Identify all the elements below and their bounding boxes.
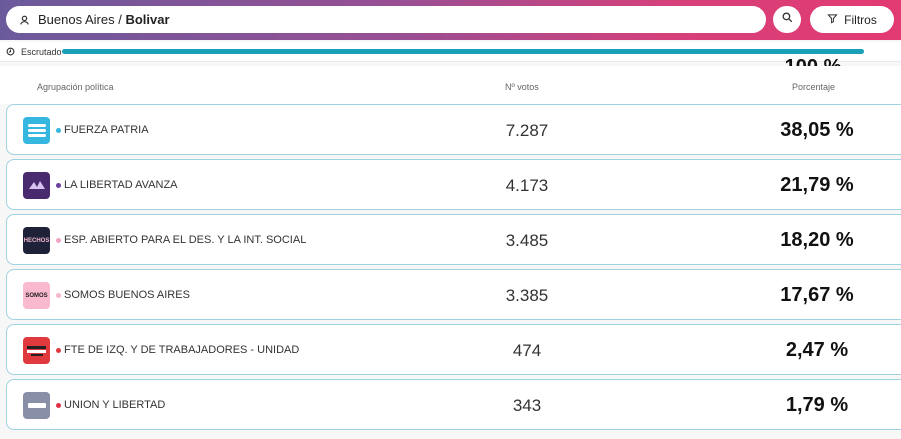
party-row[interactable]: HECHOS ESP. ABIERTO PARA EL DES. Y LA INT… xyxy=(6,214,901,265)
party-row[interactable]: SOMOS SOMOS BUENOS AIRES 3.385 17,67 % xyxy=(6,269,901,320)
header-votes: Nº votos xyxy=(505,82,539,92)
party-percent: 21,79 % xyxy=(780,174,854,196)
hechos-logo-icon: HECHOS xyxy=(23,227,50,254)
filters-label: Filtros xyxy=(844,12,877,27)
party-color-dot xyxy=(56,293,61,298)
header-percent: Porcentaje xyxy=(792,82,836,92)
party-row[interactable]: FTE DE IZQ. Y DE TRABAJADORES - UNIDAD 47… xyxy=(6,324,901,375)
party-votes: 343 xyxy=(512,396,542,415)
somos-logo-icon: SOMOS xyxy=(23,282,50,309)
location-province: Buenos Aires / xyxy=(38,12,126,27)
party-name: LA LIBERTAD AVANZA xyxy=(64,179,178,191)
party-row[interactable]: LA LIBERTAD AVANZA 4.173 21,79 % xyxy=(6,159,901,210)
party-percent: 1,79 % xyxy=(785,394,849,416)
party-color-dot xyxy=(56,348,61,353)
party-name: FUERZA PATRIA xyxy=(64,124,149,136)
party-color-dot xyxy=(56,183,61,188)
party-name: ESP. ABIERTO PARA EL DES. Y LA INT. SOCI… xyxy=(64,234,307,246)
party-row[interactable]: FUERZA PATRIA 7.287 38,05 % xyxy=(6,104,901,155)
location-pin-icon xyxy=(18,13,31,26)
location-search-field[interactable]: Buenos Aires / Bolivar xyxy=(6,6,766,33)
party-color-dot xyxy=(56,128,61,133)
location-breadcrumb: Buenos Aires / Bolivar xyxy=(38,12,170,27)
header-party: Agrupación política xyxy=(37,82,114,92)
results-table-header: Agrupación política Nº votos Porcentaje xyxy=(0,66,901,104)
party-percent: 38,05 % xyxy=(780,119,854,141)
counted-label: Escrutado xyxy=(21,46,62,57)
clock-icon xyxy=(6,47,15,56)
fuerza-patria-logo-icon xyxy=(23,117,50,144)
location-municipality: Bolivar xyxy=(125,12,170,27)
party-name: FTE DE IZQ. Y DE TRABAJADORES - UNIDAD xyxy=(64,344,300,356)
party-color-dot xyxy=(56,238,61,243)
union-y-libertad-logo-icon xyxy=(23,392,50,419)
party-name: SOMOS BUENOS AIRES xyxy=(64,289,190,301)
party-color-dot xyxy=(56,403,61,408)
top-bar: Buenos Aires / Bolivar Filtros xyxy=(0,0,901,40)
progress-bar-fill xyxy=(61,49,864,54)
filters-button[interactable]: Filtros xyxy=(810,6,894,33)
party-row[interactable]: UNION Y LIBERTAD 343 1,79 % xyxy=(6,379,901,430)
party-votes: 7.287 xyxy=(505,121,549,140)
counted-progress: Escrutado 100 % xyxy=(0,42,901,78)
search-icon xyxy=(781,11,794,29)
fit-unidad-logo-icon xyxy=(23,337,50,364)
party-votes: 474 xyxy=(512,341,542,360)
party-votes: 3.385 xyxy=(505,286,549,305)
party-percent: 17,67 % xyxy=(780,284,854,306)
progress-bar xyxy=(61,49,864,54)
party-percent: 2,47 % xyxy=(785,339,849,361)
filter-icon xyxy=(827,13,844,27)
la-libertad-avanza-logo-icon xyxy=(23,172,50,199)
party-name: UNION Y LIBERTAD xyxy=(64,399,166,411)
party-votes: 3.485 xyxy=(505,231,549,250)
party-percent: 18,20 % xyxy=(780,229,854,251)
party-votes: 4.173 xyxy=(505,176,549,195)
search-button[interactable] xyxy=(773,6,801,33)
